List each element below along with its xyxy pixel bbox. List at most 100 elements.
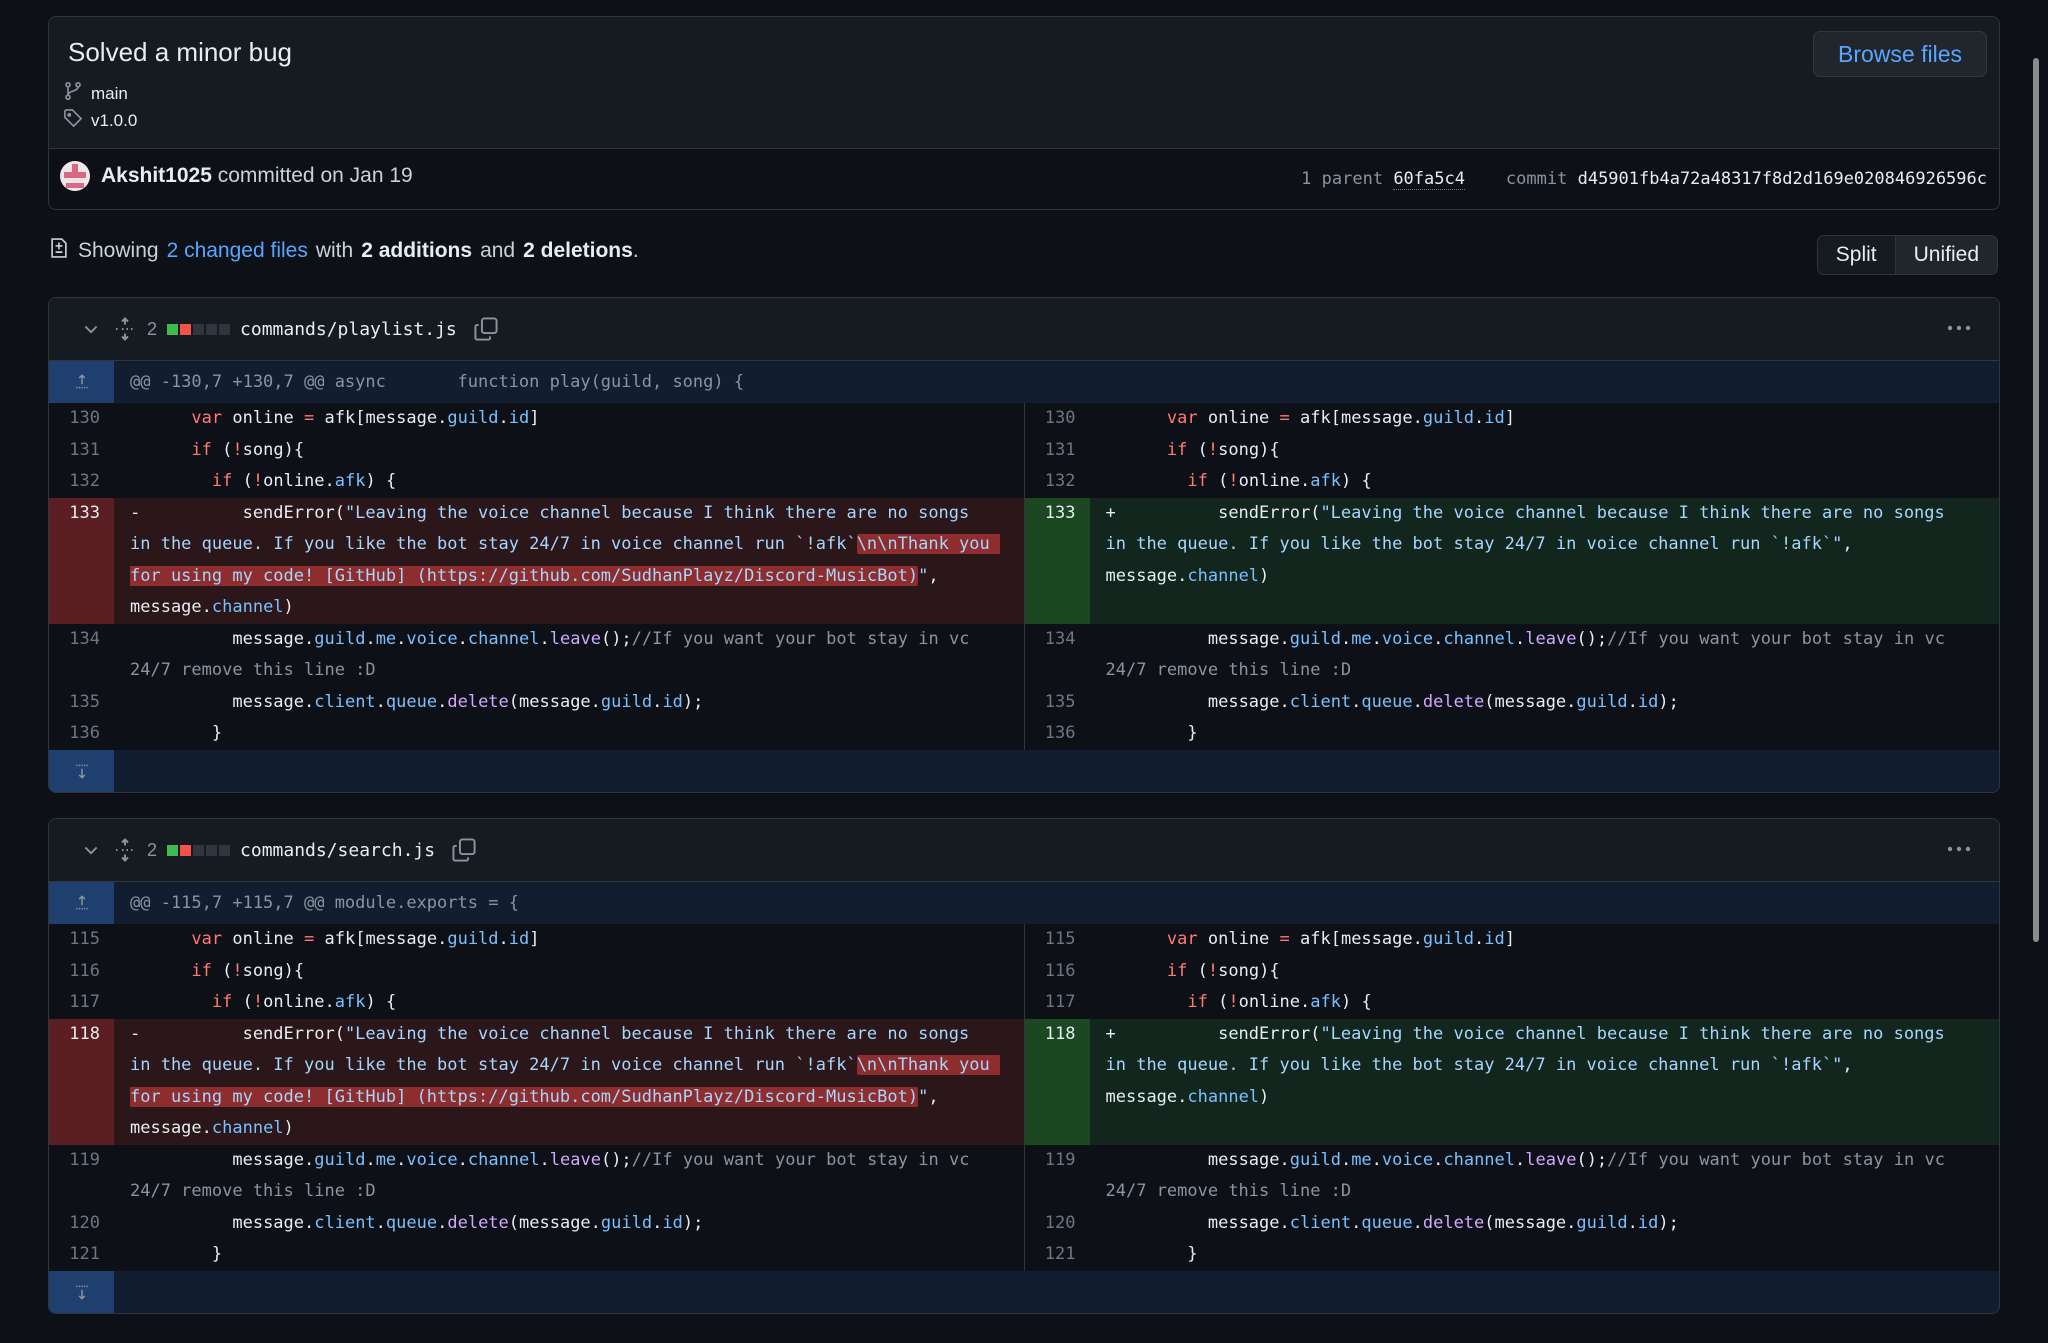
diffstat-block-neutral xyxy=(219,323,231,335)
context-line: 121 } xyxy=(1025,1239,2000,1271)
committed-date: committed on Jan 19 xyxy=(217,164,413,187)
deleted-line: 133- sendError("Leaving the voice channe… xyxy=(49,497,1024,624)
kebab-horizontal-icon[interactable] xyxy=(1945,316,1973,340)
changed-files-link[interactable]: 2 changed files xyxy=(167,239,308,263)
commit-author-line: Akshit1025 committed on Jan 19 xyxy=(101,164,413,188)
arrow-up-icon xyxy=(75,895,88,910)
line-number[interactable]: 120 xyxy=(49,1208,114,1240)
file-path[interactable]: commands/playlist.js xyxy=(240,319,457,340)
context-line: 130 var online = afk[message.guild.id] xyxy=(1025,403,2000,435)
copy-icon[interactable] xyxy=(451,837,477,863)
line-number[interactable]: 115 xyxy=(1025,924,1090,956)
code-text: var online = afk[message.guild.id] xyxy=(1166,408,1516,428)
line-number[interactable]: 131 xyxy=(1025,435,1090,467)
code-text: } xyxy=(130,723,223,743)
tag-label[interactable]: v1.0.0 xyxy=(63,108,137,133)
expand-down-button[interactable] xyxy=(49,1270,114,1313)
context-line: 121 } xyxy=(49,1239,1024,1271)
code-text: if (!song){ xyxy=(1166,439,1280,460)
commit-shas: 1 parent 60fa5c4 commit d45901fb4a72a483… xyxy=(1301,169,1987,190)
context-line: 116 if (!song){ xyxy=(1025,956,2000,988)
diffstat-bar xyxy=(167,323,231,335)
code-text: message.guild.me.voice.channel.leave();/… xyxy=(130,628,980,681)
chevron-down-icon[interactable] xyxy=(81,840,101,860)
line-number[interactable]: 135 xyxy=(1025,687,1090,719)
parent-sha-link[interactable]: 60fa5c4 xyxy=(1393,169,1465,190)
browse-files-button[interactable]: Browse files xyxy=(1813,31,1987,77)
copy-icon[interactable] xyxy=(473,316,499,342)
line-number[interactable]: 132 xyxy=(49,466,114,498)
line-number[interactable]: 119 xyxy=(1025,1145,1090,1208)
split-view-button[interactable]: Split xyxy=(1817,236,1896,274)
line-number[interactable]: 116 xyxy=(49,956,114,988)
context-line: 131 if (!song){ xyxy=(49,435,1024,467)
context-line: 132 if (!online.afk) { xyxy=(49,466,1024,498)
branch-label[interactable]: main xyxy=(63,81,128,106)
line-number[interactable]: 130 xyxy=(1025,403,1090,435)
code-text: if (!song){ xyxy=(191,960,305,981)
line-number[interactable]: 133 xyxy=(1024,497,1090,624)
unified-view-button[interactable]: Unified xyxy=(1895,236,1997,274)
expand-all-icon[interactable] xyxy=(113,317,137,341)
line-number[interactable]: 117 xyxy=(1025,987,1090,1019)
file-path[interactable]: commands/search.js xyxy=(240,840,435,861)
line-number[interactable]: 115 xyxy=(49,924,114,956)
expand-up-button[interactable] xyxy=(49,361,114,403)
author-link[interactable]: Akshit1025 xyxy=(101,164,212,187)
split-diff-body: 115 var online = afk[message.guild.id] 11… xyxy=(49,924,1999,1271)
tag-icon xyxy=(63,108,83,133)
expand-all-icon[interactable] xyxy=(113,838,137,862)
diff-view-toggle: Split Unified xyxy=(1816,235,1998,275)
line-number[interactable]: 135 xyxy=(49,687,114,719)
expand-down-button[interactable] xyxy=(49,749,114,792)
line-number[interactable]: 121 xyxy=(49,1239,114,1271)
context-line: 136 } xyxy=(1025,718,2000,750)
diffstat-block-neutral xyxy=(206,844,218,856)
diffstat-block-neutral xyxy=(193,323,205,335)
diff-right-side: 130 var online = afk[message.guild.id] 13… xyxy=(1024,403,2000,750)
line-number[interactable]: 136 xyxy=(49,718,114,750)
chevron-down-icon[interactable] xyxy=(81,319,101,339)
context-line: 120 message.client.queue.delete(message.… xyxy=(1025,1208,2000,1240)
context-line: 115 var online = afk[message.guild.id] xyxy=(1025,924,2000,956)
git-branch-icon xyxy=(63,81,83,106)
file-diff: 2 commands/search.js @@ -115,7 +115,7 @@… xyxy=(48,818,2000,1314)
expand-up-button[interactable] xyxy=(49,882,114,924)
context-line: 131 if (!song){ xyxy=(1025,435,2000,467)
commit-meta: Akshit1025 committed on Jan 19 1 parent … xyxy=(49,149,1999,209)
line-number[interactable]: 130 xyxy=(49,403,114,435)
line-number[interactable]: 118 xyxy=(1024,1018,1090,1145)
line-number[interactable]: 134 xyxy=(49,624,114,687)
line-number[interactable]: 117 xyxy=(49,987,114,1019)
line-number[interactable]: 118 xyxy=(49,1018,114,1145)
code-text: - sendError("Leaving the voice channel b… xyxy=(130,502,1000,617)
kebab-horizontal-icon[interactable] xyxy=(1945,837,1973,861)
branch-name: main xyxy=(91,83,128,103)
line-number[interactable]: 120 xyxy=(1025,1208,1090,1240)
line-number[interactable]: 121 xyxy=(1025,1239,1090,1271)
code-text: if (!online.afk) { xyxy=(211,471,397,491)
deletions-count: 2 deletions xyxy=(523,239,633,262)
additions-count: 2 additions xyxy=(361,239,473,262)
expand-down-row xyxy=(49,749,1999,792)
line-number[interactable]: 136 xyxy=(1025,718,1090,750)
line-number[interactable]: 134 xyxy=(1025,624,1090,687)
avatar[interactable] xyxy=(60,161,90,191)
line-number[interactable]: 132 xyxy=(1025,466,1090,498)
code-text: } xyxy=(130,1244,223,1264)
diffstat-block-neutral xyxy=(206,323,218,335)
line-number[interactable]: 131 xyxy=(49,435,114,467)
added-line: 133 + sendError("Leaving the voice channe… xyxy=(1024,497,1999,624)
summary-and: and xyxy=(480,239,516,262)
code-text: + sendError("Leaving the voice channel b… xyxy=(1105,502,1956,586)
arrow-up-icon xyxy=(75,374,88,389)
code-text: message.client.queue.delete(message.guil… xyxy=(1105,691,1679,712)
line-number[interactable]: 116 xyxy=(1025,956,1090,988)
line-number[interactable]: 133 xyxy=(49,497,114,624)
context-line: 134 message.guild.me.voice.channel.leave… xyxy=(1025,624,2000,687)
code-text: var online = afk[message.guild.id] xyxy=(191,408,540,428)
line-number[interactable]: 119 xyxy=(49,1145,114,1208)
commit-title-area: Solved a minor bug Browse files main v1.… xyxy=(49,17,1999,149)
page-scrollbar[interactable] xyxy=(2033,58,2039,942)
diffstat-bar xyxy=(167,844,231,856)
